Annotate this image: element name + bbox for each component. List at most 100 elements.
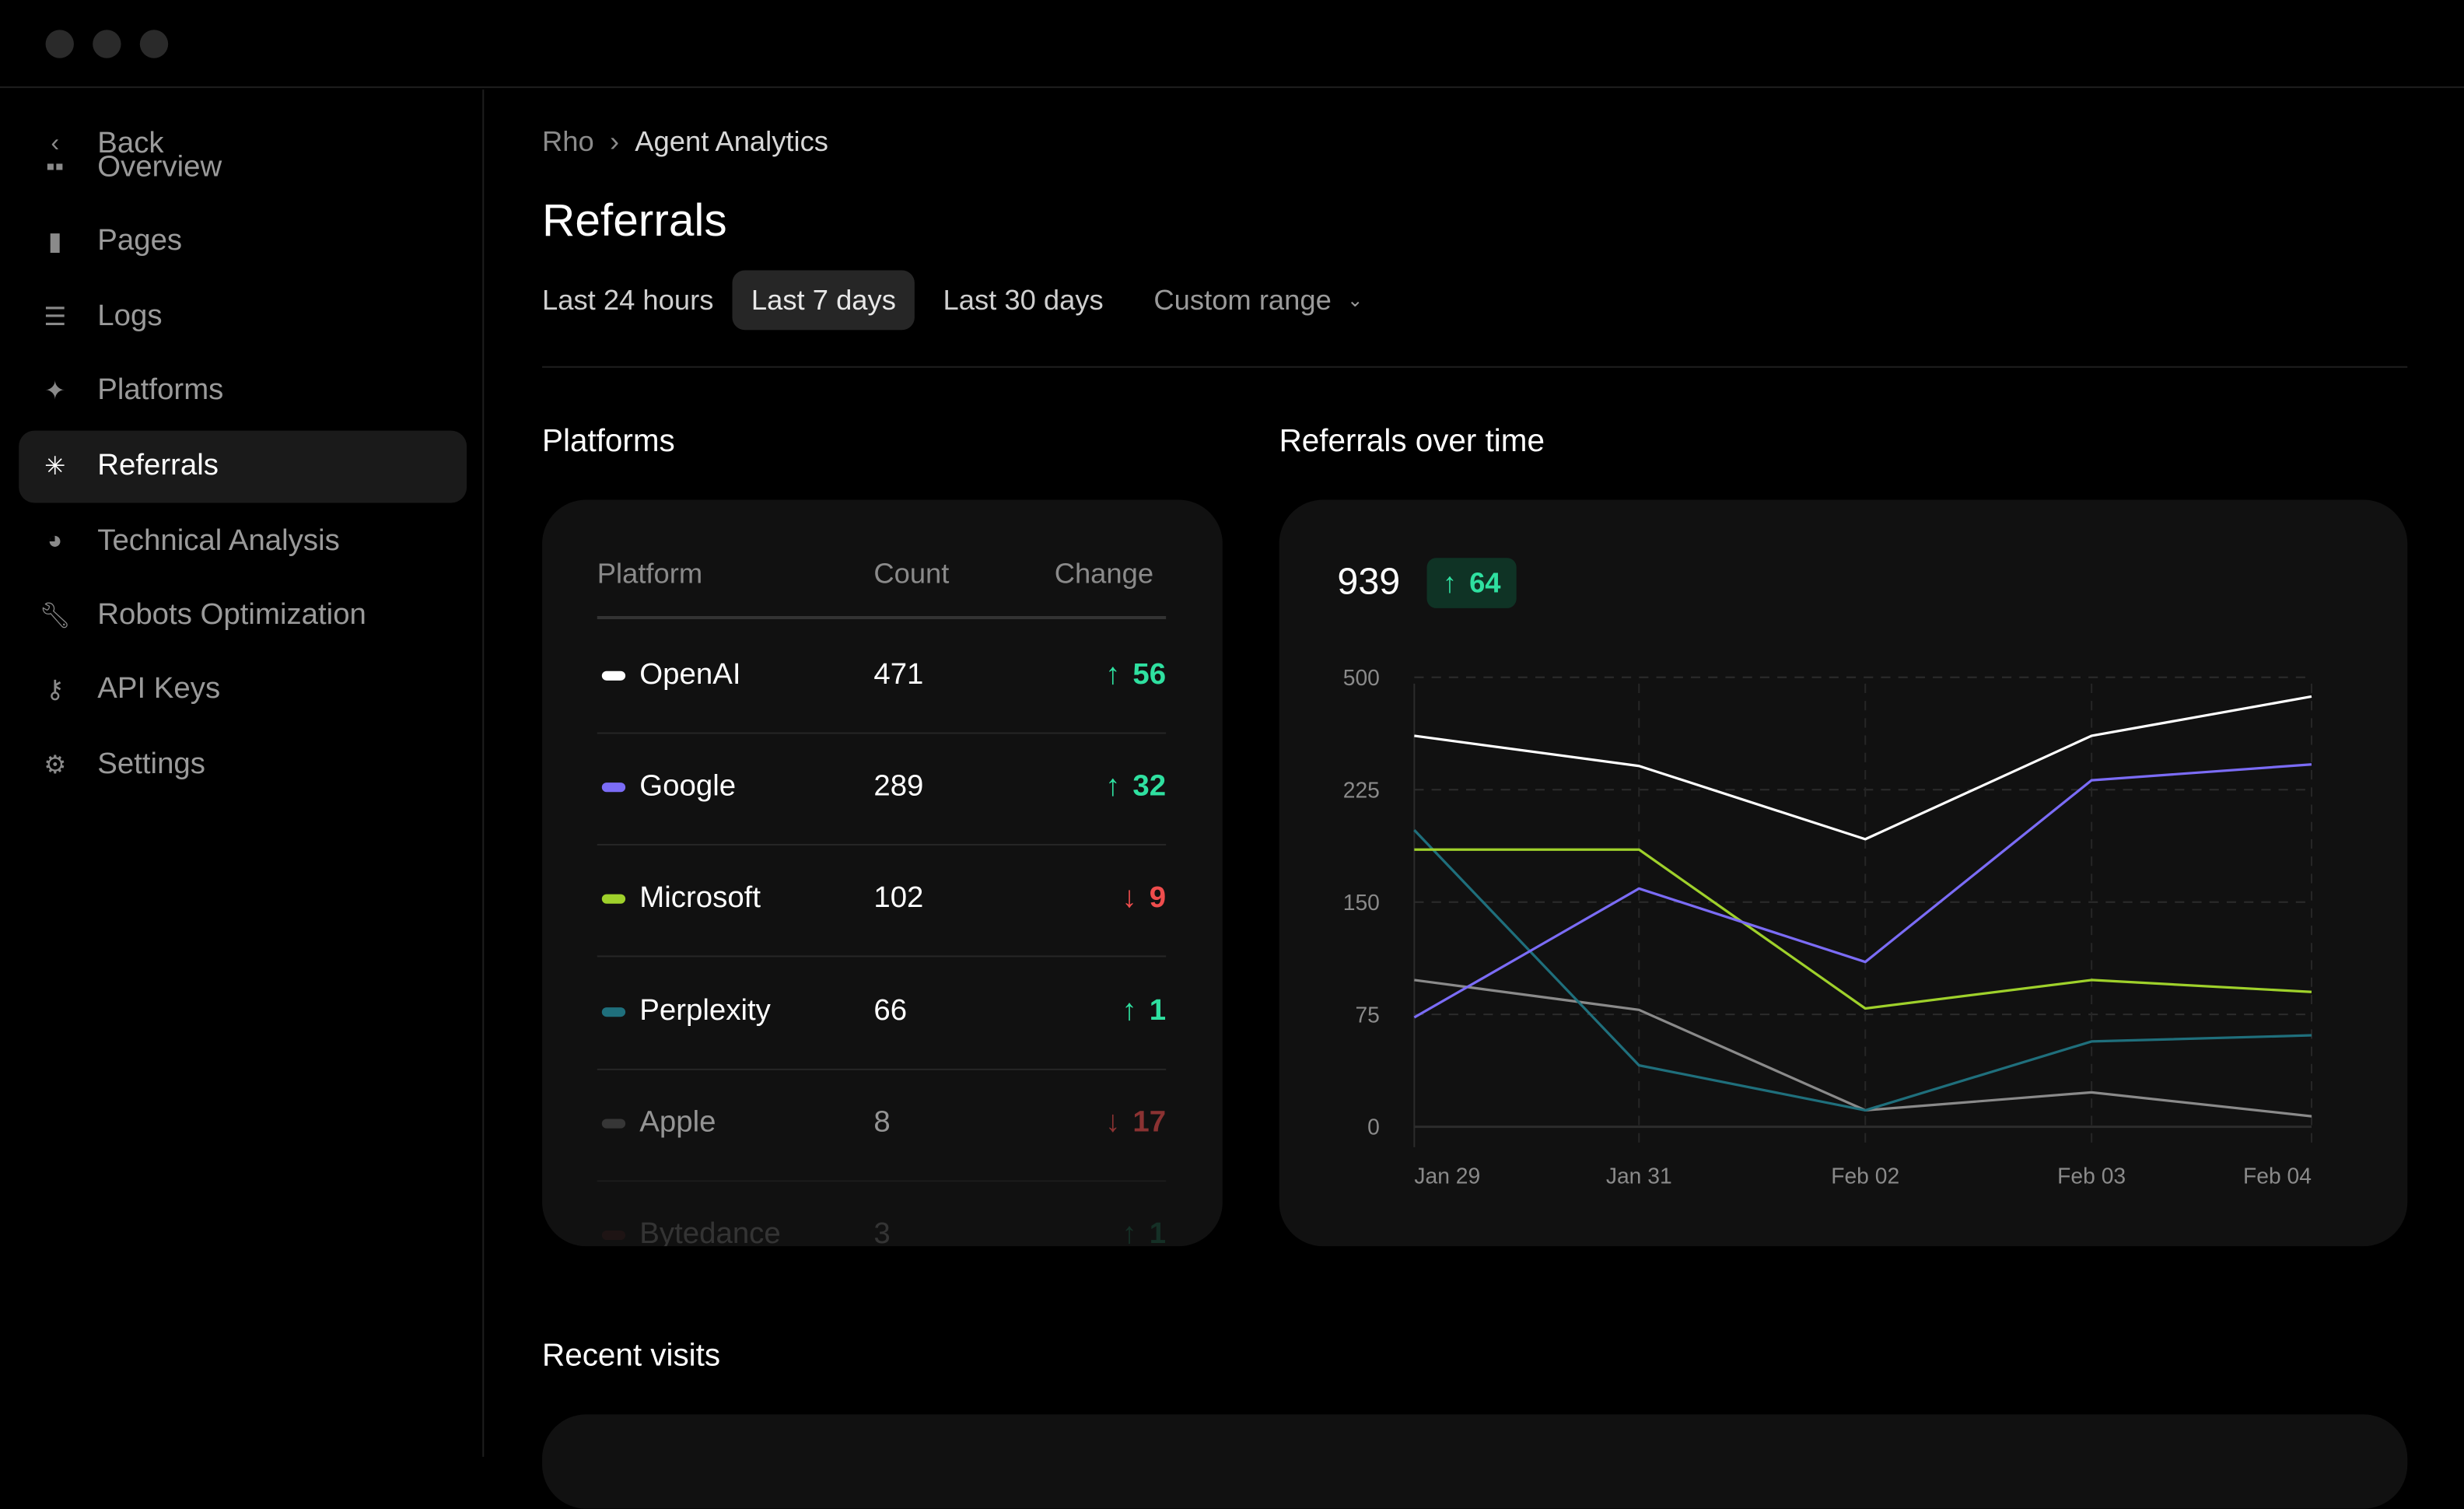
arrow-down-icon: ↓ [1105,1106,1121,1140]
line-chart: 0 75 150 225 500 Jan 29 Jan 31 Feb 02 Feb 03 Feb … [1343,665,2313,1188]
sidebar-item-label: Overview [97,150,222,184]
series-line-2 [1414,848,2312,1010]
platform-color-swatch [601,670,626,681]
tab-last-24-hours[interactable]: Last 24 hours [523,271,733,331]
series-line-0 [1414,695,2312,841]
sidebar-item-overview[interactable]: ▪▪ Overview [19,132,467,205]
sidebar-item-label: Robots Optimization [97,598,366,632]
series-line-3 [1413,829,2312,1112]
divider [542,366,2408,368]
platforms-heading: Platforms [542,424,675,459]
platform-count: 8 [873,1106,891,1140]
platform-name: Perplexity [639,994,771,1028]
platform-color-swatch [601,894,626,904]
sidebar-item-label: Referrals [97,449,219,483]
table-row[interactable]: OpenAI 471 ↑ 56 [597,622,1167,734]
sidebar-item-pages[interactable]: ▮ Pages [19,206,467,278]
table-row[interactable]: Google 289 ↑ 32 [597,734,1167,846]
sidebar-item-label: Logs [97,299,163,334]
table-row[interactable]: Microsoft 102 ↓ 9 [597,846,1167,958]
platform-name: Google [639,769,737,804]
window-titlebar [0,0,2464,89]
sidebar-item-label: Settings [97,747,205,782]
sparkles-icon: ✦ [44,378,66,406]
platform-count: 289 [873,769,924,804]
platform-count: 66 [873,994,908,1028]
series-line-1 [1413,763,2312,1019]
tab-last-30-days[interactable]: Last 30 days [924,271,1122,331]
column-header-platform[interactable]: Platform [597,558,702,590]
platform-name: Bytedance [639,1217,781,1247]
sidebar-item-technical-analysis[interactable]: ◕ Technical Analysis [19,506,467,579]
table-row[interactable]: Perplexity 66 ↑ 1 [597,958,1167,1070]
y-tick-label: 0 [1367,1115,1380,1140]
series-line-4 [1414,979,2312,1118]
breadcrumb-rho[interactable]: Rho [542,126,594,159]
platform-change: ↑ 1 [1122,994,1167,1028]
x-tick-label: Feb 03 [2057,1163,2126,1188]
x-tick-label: Jan 31 [1606,1163,1672,1188]
arrow-up-icon: ↑ [1105,769,1121,804]
window-close-button[interactable] [45,30,74,58]
arrow-up-icon: ↑ [1122,1217,1137,1247]
x-tick-label: Feb 04 [2243,1163,2312,1188]
arrow-down-icon: ↓ [1122,881,1137,915]
window-minimize-button[interactable] [93,30,121,58]
y-tick-label: 500 [1343,665,1380,690]
tab-last-7-days[interactable]: Last 7 days [732,270,915,331]
cursor-click-icon: ✳ [44,453,66,481]
arrow-up-icon: ↑ [1122,994,1137,1028]
platform-color-swatch [601,1230,626,1241]
platform-count: 102 [873,881,924,915]
y-tick-label: 75 [1355,1002,1379,1027]
breadcrumb: Rho › Agent Analytics [542,126,828,159]
row-divider [597,955,1167,958]
platform-change: ↑ 1 [1122,1218,1166,1246]
window-maximize-button[interactable] [139,30,169,58]
platform-count: 3 [873,1217,891,1247]
sidebar-item-api-keys[interactable]: ⚷ API Keys [19,653,467,726]
table-row[interactable]: Apple 8 ↓ 17 [597,1070,1167,1182]
recent-visits-heading: Recent visits [542,1339,721,1374]
sidebar-item-settings[interactable]: ⚙ Settings [19,729,467,801]
grid-icon: ▪▪ [46,153,65,181]
platform-color-swatch [601,783,626,793]
gear-icon: ⚙ [44,752,67,780]
y-tick-label: 150 [1343,890,1380,915]
list-icon: ☰ [44,304,67,332]
page-title: Referrals [542,196,727,247]
platform-name: Apple [639,1106,716,1140]
date-range-tabs: Last 24 hours Last 7 days Last 30 days C… [523,270,1382,331]
sidebar-item-label: Pages [97,224,183,258]
wrench-icon: 🔧︎ [39,603,72,631]
x-tick-label: Jan 29 [1414,1163,1480,1188]
platform-color-swatch [601,1007,626,1017]
platform-color-swatch [601,1119,626,1129]
table-row[interactable]: Bytedance 3 ↑ 1 [597,1182,1166,1246]
chevron-down-icon: ⌄ [1347,289,1363,312]
column-header-change[interactable]: Change [1055,558,1153,590]
platforms-table-body[interactable]: OpenAI 471 ↑ 56 Google 289 ↑ 32 Microsoft … [542,619,1223,1246]
platform-change: ↑ 56 [1105,658,1167,691]
tab-custom-range[interactable]: Custom range ⌄ [1135,271,1381,331]
file-icon: ▮ [47,229,62,257]
pie-chart-icon: ◕ [47,527,63,555]
sidebar-item-logs[interactable]: ☰ Logs [19,282,467,354]
sidebar-item-referrals[interactable]: ✳ Referrals [19,430,467,503]
column-header-count[interactable]: Count [873,558,949,590]
recent-visits-card [542,1414,2408,1509]
sidebar-item-label: API Keys [97,672,221,706]
chevron-right-icon: › [609,125,620,158]
platform-change: ↑ 32 [1105,769,1167,804]
sidebar-item-robots-optimization[interactable]: 🔧︎ Robots Optimization [19,580,467,653]
sidebar-item-platforms[interactable]: ✦ Platforms [19,355,467,428]
sidebar-item-label: Platforms [97,373,224,408]
y-tick-label: 225 [1343,777,1380,802]
key-icon: ⚷ [45,677,65,705]
platform-name: Microsoft [639,881,761,915]
platform-name: OpenAI [639,658,741,691]
breadcrumb-agent-analytics[interactable]: Agent Analytics [635,126,828,159]
arrow-up-icon: ↑ [1105,658,1121,691]
referrals-chart-heading: Referrals over time [1279,424,1545,459]
sidebar: ‹ Back ▪▪ Overview ▮ Pages ☰ Logs ✦ Platforms ✳ Re… [0,89,485,1457]
